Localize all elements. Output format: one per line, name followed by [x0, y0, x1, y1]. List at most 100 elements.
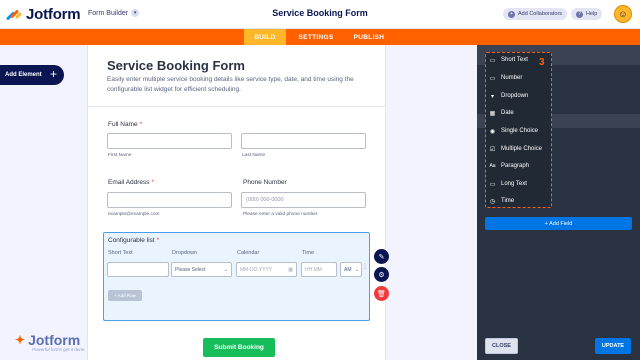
step-badge: 3: [539, 57, 545, 68]
radio-icon: ◉: [489, 128, 496, 135]
first-name-input[interactable]: [107, 133, 232, 149]
full-name-label-text: Full Name: [108, 121, 138, 128]
dropdown-cell[interactable]: Please Select ⌄: [171, 262, 232, 277]
close-button[interactable]: CLOSE: [485, 338, 518, 354]
field-type-long-text[interactable]: ▭ Long Text: [489, 178, 527, 190]
field-type-label: Number: [501, 75, 523, 81]
avatar[interactable]: ☺: [614, 5, 632, 23]
column-header: Calendar: [237, 250, 260, 256]
email-field[interactable]: [107, 192, 232, 208]
full-name-label: Full Name *: [108, 121, 142, 128]
column-header: Time: [302, 250, 315, 256]
long-text-icon: ▭: [489, 181, 496, 188]
divider: [88, 106, 385, 107]
phone-placeholder: (000) 000-0000: [246, 197, 284, 203]
configurable-list-label-text: Configurable list: [108, 237, 155, 244]
phone-label: Phone Number: [243, 179, 287, 186]
form-builder-dropdown[interactable]: Form Builder ▾: [88, 9, 140, 17]
logo-text: Jotform: [26, 6, 81, 23]
calendar-placeholder: MM-DD-YYYY: [240, 266, 273, 273]
field-type-dropdown[interactable]: ▾ Dropdown: [489, 90, 528, 102]
email-label-text: Email Address: [108, 179, 150, 186]
field-type-short-text[interactable]: ▭ Short Text: [489, 54, 528, 66]
field-type-label: Dropdown: [501, 93, 529, 99]
phone-field[interactable]: (000) 000-0000: [241, 192, 366, 208]
add-element-label: Add Element: [5, 72, 42, 78]
add-row-button[interactable]: + Add Row: [108, 290, 142, 301]
column-header: Dropdown: [172, 250, 198, 256]
field-type-label: Long Text: [501, 181, 527, 187]
wand-icon[interactable]: ✎: [374, 249, 389, 264]
jotform-logo-icon: [5, 8, 23, 22]
help-label: Help: [586, 11, 598, 17]
number-icon: ▭: [489, 75, 496, 82]
short-text-cell[interactable]: [107, 262, 169, 277]
date-icon: ▦: [489, 110, 496, 117]
time-cell[interactable]: HH:MM: [301, 262, 337, 277]
phone-sublabel: Please enter a valid phone number.: [243, 212, 319, 217]
trash-icon[interactable]: 🗑: [374, 286, 389, 301]
jotform-watermark: ✦ Jotform Powerful forms get it done.: [15, 332, 86, 352]
form-description[interactable]: Easily enter multiple service booking de…: [107, 75, 372, 95]
short-text-icon: ▭: [489, 57, 496, 64]
calendar-cell[interactable]: MM-DD-YYYY ▦: [236, 262, 297, 277]
field-type-paragraph[interactable]: Aa Paragraph: [489, 160, 529, 172]
gear-icon[interactable]: ⚙: [374, 267, 389, 282]
ampm-select[interactable]: AM ⌄: [340, 262, 362, 277]
user-plus-icon: +: [508, 10, 515, 18]
submit-button[interactable]: Submit Booking: [203, 338, 275, 357]
field-type-label: Single Choice: [501, 128, 539, 134]
email-sublabel: example@example.com: [108, 212, 160, 217]
dropdown-value: Please Select: [175, 266, 206, 273]
clock-icon: ◷: [489, 198, 496, 205]
chevron-down-icon: ⌄: [354, 266, 359, 273]
form-builder-label: Form Builder: [88, 9, 129, 17]
chevron-down-icon: ⌄: [223, 266, 228, 273]
last-name-input[interactable]: [241, 133, 366, 149]
ampm-value: AM: [344, 266, 352, 273]
field-type-single-choice[interactable]: ◉ Single Choice: [489, 125, 538, 137]
field-type-multiple-choice[interactable]: ☑ Multiple Choice: [489, 143, 542, 155]
field-type-number[interactable]: ▭ Number: [489, 72, 523, 84]
help-icon: ?: [576, 10, 583, 18]
tab-publish[interactable]: PUBLISH: [346, 29, 392, 45]
update-button[interactable]: UPDATE: [595, 338, 631, 354]
add-collaborators-label: Add Collaborators: [518, 11, 563, 17]
add-field-button[interactable]: + Add Field: [485, 217, 632, 230]
add-collaborators-button[interactable]: + Add Collaborators: [503, 8, 568, 20]
field-type-label: Time: [501, 198, 515, 204]
time-placeholder: HH:MM: [305, 266, 322, 273]
field-type-label: Date: [501, 110, 514, 116]
checkbox-icon: ☑: [489, 146, 496, 153]
required-mark: *: [151, 179, 155, 186]
top-bar: Jotform Form Builder ▾ Service Booking F…: [0, 0, 640, 29]
last-name-sublabel: Last Name: [242, 153, 266, 158]
watermark-name: ✦ Jotform: [15, 332, 86, 348]
first-name-sublabel: First Name: [108, 153, 132, 158]
jotform-logo-icon: ✦: [15, 333, 26, 347]
required-mark: *: [139, 121, 143, 128]
paragraph-icon: Aa: [489, 163, 496, 169]
field-type-date[interactable]: ▦ Date: [489, 107, 514, 119]
jotform-logo[interactable]: Jotform: [5, 6, 81, 23]
field-type-time[interactable]: ◷ Time: [489, 195, 514, 207]
field-type-label: Multiple Choice: [501, 146, 543, 152]
email-label: Email Address *: [108, 179, 154, 186]
watermark-name-text: Jotform: [28, 332, 81, 348]
field-type-label: Paragraph: [501, 163, 530, 169]
help-button[interactable]: ? Help: [571, 8, 603, 20]
add-element-button[interactable]: Add Element +: [0, 65, 64, 85]
tab-build[interactable]: BUILD: [244, 29, 286, 45]
configurable-list-label: Configurable list *: [108, 237, 159, 244]
drag-handle-icon[interactable]: ⋮: [362, 264, 368, 270]
dropdown-icon: ▾: [490, 93, 494, 100]
watermark-tagline: Powerful forms get it done.: [32, 347, 86, 352]
field-type-label: Short Text: [501, 57, 528, 63]
required-mark: *: [156, 237, 160, 244]
form-title[interactable]: Service Booking Form: [107, 58, 245, 73]
builder-nav: BUILD SETTINGS PUBLISH: [0, 29, 640, 45]
column-header: Short Text: [108, 250, 133, 256]
chevron-down-icon: ▾: [131, 9, 140, 17]
tab-settings[interactable]: SETTINGS: [290, 29, 342, 45]
plus-icon: +: [49, 67, 57, 81]
